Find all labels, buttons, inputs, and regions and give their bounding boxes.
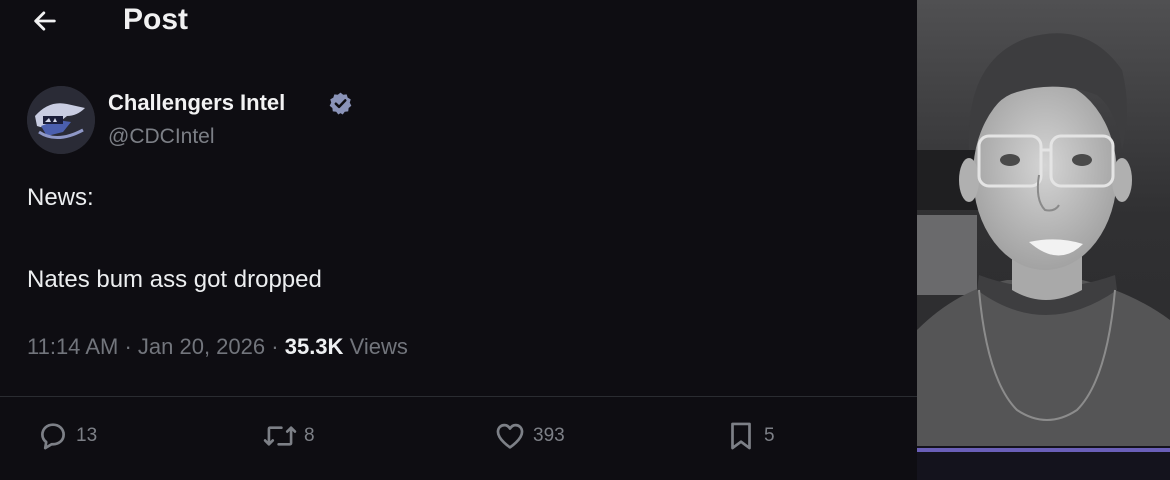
team-logo-icon (27, 86, 95, 154)
post-date[interactable]: Jan 20, 2026 (138, 334, 265, 359)
post-meta: 11:14 AM · Jan 20, 2026 · 35.3K Views (27, 334, 408, 360)
webcam-accent-line (917, 448, 1170, 452)
webcam-overlay (917, 0, 1170, 480)
like-button[interactable]: 393 (493, 418, 565, 454)
arrow-left-icon (34, 11, 56, 31)
like-count: 393 (533, 425, 565, 446)
repost-count: 8 (304, 425, 315, 446)
post-time[interactable]: 11:14 AM (27, 334, 118, 359)
bookmark-button[interactable]: 5 (724, 418, 775, 454)
back-button[interactable] (28, 4, 62, 38)
meta-separator: · (271, 334, 279, 359)
bookmark-icon (731, 422, 751, 450)
reply-icon (41, 423, 65, 450)
post-text-line-2: Nates bum ass got dropped (27, 266, 322, 293)
repost-icon (263, 426, 297, 446)
views-label: Views (349, 334, 408, 359)
presenter-video-feed (917, 0, 1170, 480)
author-name[interactable]: Challengers Intel (108, 90, 285, 116)
page-title: Post (123, 3, 189, 36)
post-text-line-1: News: (27, 184, 94, 211)
author-handle[interactable]: @CDCIntel (108, 125, 215, 149)
avatar[interactable] (27, 86, 95, 154)
post-header: Post (0, 0, 917, 50)
post-panel: Post Challengers Intel @CDCIntel News: N… (0, 0, 917, 480)
reply-count: 13 (76, 425, 98, 446)
divider (0, 396, 917, 397)
bookmark-count: 5 (764, 425, 775, 446)
meta-separator: · (124, 334, 132, 359)
reply-button[interactable]: 13 (36, 418, 97, 454)
views-count: 35.3K (284, 334, 344, 359)
heart-icon (496, 423, 524, 449)
verified-badge-icon (329, 92, 352, 115)
repost-button[interactable]: 8 (262, 418, 315, 454)
